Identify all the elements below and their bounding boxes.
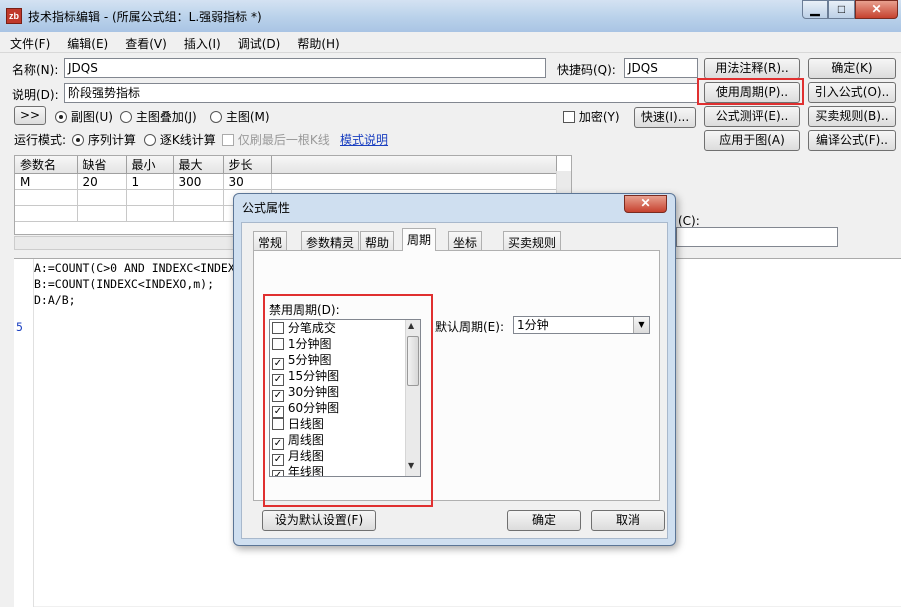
dialog-ok-button[interactable]: 确定 [507, 510, 581, 531]
run-mode-label: 运行模式: [14, 133, 67, 147]
menu-debug[interactable]: 调试(D) [228, 32, 288, 52]
trade-rules-button[interactable]: 买卖规则(B).. [808, 106, 896, 127]
shortcut-input[interactable]: JDQS [624, 58, 698, 78]
radio-series-icon [72, 134, 84, 146]
close-button[interactable]: ✕ [855, 0, 898, 19]
cell-step[interactable]: 30 [223, 173, 272, 190]
line-number: 5 [16, 320, 23, 334]
import-formula-button[interactable]: 引入公式(O).. [808, 82, 896, 103]
only-last-check-icon [222, 134, 234, 146]
dialog-cancel-button[interactable]: 取消 [591, 510, 665, 531]
dialog-body: 常规 参数精灵 帮助 周期 坐标 买卖规则 禁用周期(D): 分笔成交 1分钟图… [241, 222, 668, 539]
compile-button[interactable]: 编译公式(F).. [808, 130, 896, 151]
menu-file[interactable]: 文件(F) [0, 32, 57, 52]
code-line-2[interactable]: B:=COUNT(INDEXC<INDEXO,m); [34, 276, 214, 292]
maximize-button[interactable]: □ [828, 0, 855, 19]
menu-insert[interactable]: 插入(I) [174, 32, 228, 52]
cell-param[interactable]: M [15, 173, 78, 190]
use-period-highlight [697, 78, 804, 105]
radio-sub-icon [55, 111, 67, 123]
col-header-max: 最大 [173, 156, 224, 174]
chart-option-main[interactable]: 主图(M) [210, 109, 270, 125]
tab-help[interactable]: 帮助 [360, 231, 395, 250]
tab-param-wizard[interactable]: 参数精灵 [301, 231, 360, 250]
window-title: 技术指标编辑 - (所属公式组：L.强弱指标 *) [28, 10, 262, 24]
apply-to-chart-button[interactable]: 应用于图(A) [704, 130, 800, 151]
formula-test-button[interactable]: 公式测评(E).. [704, 106, 800, 127]
only-last-checkbox[interactable]: 仅刷最后一根K线 [222, 132, 330, 148]
tab-axis[interactable]: 坐标 [448, 231, 483, 250]
name-input[interactable]: JDQS [64, 58, 546, 78]
radio-main-icon [210, 111, 222, 123]
tab-period[interactable]: 周期 [402, 228, 437, 251]
col-header-min: 最小 [126, 156, 174, 174]
dialog-close-button[interactable]: ✕ [624, 195, 667, 213]
set-default-button[interactable]: 设为默认设置(F) [262, 510, 376, 531]
desc-input[interactable]: 阶段强势指标 [64, 83, 698, 103]
usage-notes-button[interactable]: 用法注释(R).. [704, 58, 800, 79]
cell-min[interactable]: 1 [126, 173, 174, 190]
minimize-button[interactable]: ▁ [802, 0, 828, 19]
default-period-label: 默认周期(E): [435, 320, 504, 334]
encrypt-checkbox[interactable]: 加密(Y) [563, 109, 620, 125]
desc-label: 说明(D): [12, 88, 59, 102]
dialog-title: 公式属性 [242, 201, 291, 215]
col-header-default: 缺省 [77, 156, 127, 174]
col-header-step: 步长 [223, 156, 272, 174]
code-line-3[interactable]: D:A/B; [34, 292, 76, 308]
encrypt-check-icon [563, 111, 575, 123]
cell-max[interactable]: 300 [173, 173, 224, 190]
run-mode-series[interactable]: 序列计算 [72, 132, 136, 148]
formula-properties-dialog: 公式属性 ✕ 常规 参数精灵 帮助 周期 坐标 买卖规则 禁用周期(D): 分笔… [233, 193, 676, 546]
ok-main-button[interactable]: 确定(K) [808, 58, 896, 79]
hidden-field-input[interactable] [676, 227, 838, 247]
shortcut-label: 快捷码(Q): [557, 63, 616, 77]
run-mode-perbar[interactable]: 逐K线计算 [144, 132, 216, 148]
editor-gutter: 5 [14, 259, 34, 607]
mode-help-link[interactable]: 模式说明 [340, 132, 388, 148]
cell-default[interactable]: 20 [77, 173, 127, 190]
chevron-down-icon[interactable]: ▼ [633, 317, 649, 333]
radio-perbar-icon [144, 134, 156, 146]
period-list-highlight [263, 294, 433, 507]
tab-trade-rules[interactable]: 买卖规则 [503, 231, 562, 250]
menu-view[interactable]: 查看(V) [115, 32, 174, 52]
params-hscrollbar[interactable] [14, 236, 234, 250]
tab-general[interactable]: 常规 [253, 231, 288, 250]
default-period-select[interactable]: 1分钟 ▼ [513, 316, 650, 334]
menu-bar: 文件(F) 编辑(E) 查看(V) 插入(I) 调试(D) 帮助(H) [0, 32, 901, 53]
table-header-row: 参数名 缺省 最小 最大 步长 [15, 156, 557, 174]
app-icon: zb [6, 8, 22, 24]
title-bar: zb 技术指标编辑 - (所属公式组：L.强弱指标 *) [0, 0, 901, 32]
menu-help[interactable]: 帮助(H) [287, 32, 346, 52]
radio-overlay-icon [120, 111, 132, 123]
expand-button[interactable]: >> [14, 106, 46, 125]
name-label: 名称(N): [12, 63, 59, 77]
col-header-param: 参数名 [15, 156, 78, 174]
code-line-1[interactable]: A:=COUNT(C>0 AND INDEXC<INDEX [34, 260, 235, 276]
chart-option-sub[interactable]: 副图(U) [55, 109, 113, 125]
quick-button[interactable]: 快速(I)... [634, 107, 696, 128]
table-row[interactable]: M 20 1 300 30 [15, 173, 557, 190]
menu-edit[interactable]: 编辑(E) [57, 32, 115, 52]
chart-option-overlay[interactable]: 主图叠加(J) [120, 109, 197, 125]
